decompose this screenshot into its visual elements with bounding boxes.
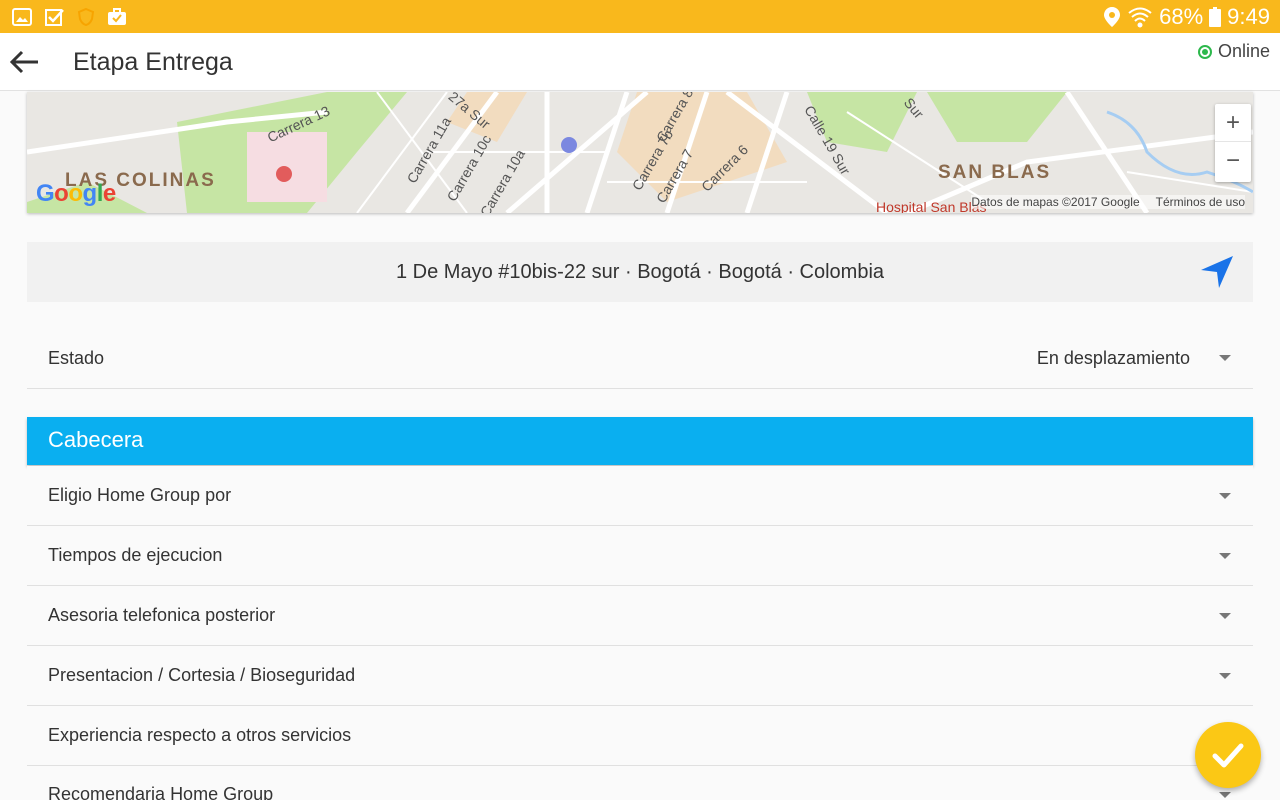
list-item[interactable]: Presentacion / Cortesia / Bioseguridad: [27, 646, 1253, 706]
map-credits: Datos de mapas ©2017 Google Términos de …: [971, 195, 1245, 209]
zoom-out-button[interactable]: −: [1215, 142, 1251, 180]
list-item[interactable]: Asesoria telefonica posterior: [27, 586, 1253, 646]
wifi-icon: [1128, 7, 1152, 27]
list-item-label: Recomendaria Home Group: [48, 784, 274, 800]
check-icon: [1212, 743, 1244, 768]
list-item[interactable]: Recomendaria Home Group: [27, 766, 1253, 800]
estado-value[interactable]: En desplazamiento: [1037, 348, 1190, 369]
shield-icon: [77, 7, 95, 27]
online-label: Online: [1217, 41, 1270, 61]
confirm-button[interactable]: [1195, 722, 1261, 788]
app-bar: Etapa Entrega Online: [0, 33, 1280, 91]
online-status: Online: [1197, 41, 1270, 62]
status-bar: 68% 9:49: [0, 0, 1280, 33]
estado-label: Estado: [48, 347, 105, 368]
section-title: Cabecera: [48, 427, 144, 452]
online-indicator-icon: [1197, 44, 1212, 59]
list-item-label: Tiempos de ejecucion: [48, 545, 223, 565]
list-item[interactable]: Eligio Home Group por: [27, 466, 1253, 526]
gallery-icon: [12, 8, 32, 26]
navigation-arrow-icon[interactable]: [1197, 252, 1237, 292]
list-item[interactable]: Experiencia respecto a otros servicios: [27, 706, 1253, 766]
zoom-controls: + −: [1215, 104, 1251, 182]
briefcase-check-icon: [108, 8, 126, 25]
location-icon: [1104, 6, 1121, 27]
chevron-down-icon[interactable]: [1219, 355, 1231, 361]
estado-row[interactable]: Estado En desplazamiento: [27, 328, 1253, 389]
list-item-label: Asesoria telefonica posterior: [48, 605, 276, 625]
poi-marker-icon[interactable]: [561, 137, 577, 153]
map-view[interactable]: LAS COLINAS SAN BLAS Carrera 13 27a Sur …: [27, 92, 1253, 213]
back-arrow-icon[interactable]: [8, 45, 42, 79]
check-box-icon: [45, 9, 64, 26]
hospital-marker-icon[interactable]: [276, 166, 292, 182]
clock: 9:49: [1227, 3, 1270, 29]
chevron-down-icon[interactable]: [1219, 612, 1231, 619]
zoom-in-button[interactable]: +: [1215, 104, 1251, 142]
google-logo: Google: [36, 180, 116, 207]
list-item-label: Experiencia respecto a otros servicios: [48, 725, 352, 745]
map-label-hospital: Hospital San Blas: [876, 199, 987, 213]
chevron-down-icon[interactable]: [1219, 492, 1231, 499]
address-bar: 1 De Mayo #10bis-22 sur · Bogotá · Bogot…: [27, 242, 1253, 302]
map-data-credit: Datos de mapas ©2017 Google: [971, 195, 1140, 209]
list-item[interactable]: Tiempos de ejecucion: [27, 526, 1253, 586]
list-item-label: Eligio Home Group por: [48, 485, 232, 505]
chevron-down-icon[interactable]: [1219, 672, 1231, 679]
map-terms-link[interactable]: Términos de uso: [1156, 195, 1245, 209]
page-title: Etapa Entrega: [73, 48, 233, 76]
address-text: 1 De Mayo #10bis-22 sur · Bogotá · Bogot…: [395, 260, 885, 283]
chevron-down-icon[interactable]: [1219, 552, 1231, 559]
chevron-down-icon[interactable]: [1219, 792, 1231, 798]
map-label-san-blas: SAN BLAS: [938, 162, 1052, 183]
section-header-cabecera: Cabecera: [27, 417, 1253, 465]
list-item-label: Presentacion / Cortesia / Bioseguridad: [48, 665, 356, 685]
battery-percent: 68%: [1159, 3, 1204, 29]
battery-icon: [1209, 6, 1222, 27]
